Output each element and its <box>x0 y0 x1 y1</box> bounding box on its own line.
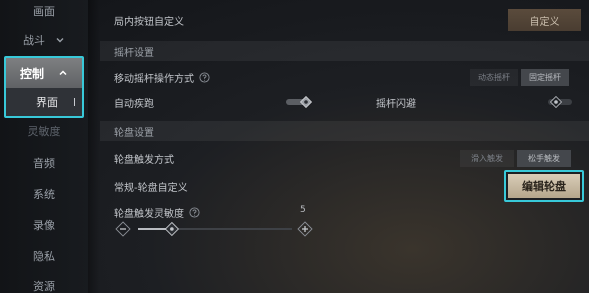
edit-wheel-button[interactable]: 编辑轮盘 <box>508 174 580 198</box>
slider-thumb[interactable] <box>164 221 180 237</box>
increase-button[interactable] <box>297 221 313 237</box>
auto-run-toggle[interactable] <box>286 96 314 108</box>
sidebar-item-label: 控制 <box>19 66 44 81</box>
setting-label: 移动摇杆操作方式 <box>114 73 194 85</box>
sidebar-item-display[interactable]: 画面 <box>0 0 88 24</box>
sidebar-item-label: 录像 <box>33 219 55 232</box>
customize-button[interactable]: 自定义 <box>508 9 581 31</box>
sidebar-item-label: 画面 <box>33 5 55 18</box>
sidebar-item-label: 系统 <box>33 188 55 201</box>
setting-label: 摇杆闪避 <box>376 98 416 110</box>
setting-label: 常规-轮盘自定义 <box>114 182 188 194</box>
option-slide-in-trigger[interactable]: 滑入触发 <box>460 150 514 167</box>
settings-sidebar: 画面 战斗 控制 界面 灵敏度 音频 系统 录像 隐私 资源 <box>0 0 88 293</box>
help-icon[interactable] <box>199 71 210 83</box>
settings-screen: 画面 战斗 控制 界面 灵敏度 音频 系统 录像 隐私 资源 局内按钮自定义 自… <box>0 0 589 293</box>
setting-label: 轮盘触发方式 <box>114 154 174 166</box>
sidebar-group-controls: 控制 界面 <box>4 56 84 118</box>
sidebar-shadow <box>88 0 100 293</box>
setting-label: 轮盘触发灵敏度 <box>114 208 184 220</box>
section-header-wheel: 轮盘设置 <box>100 121 589 141</box>
setting-row-auto-run: 自动疾跑 <box>100 89 589 115</box>
edit-wheel-button-label: 编辑轮盘 <box>522 180 566 193</box>
sidebar-item-audio[interactable]: 音频 <box>0 150 88 176</box>
section-title: 轮盘设置 <box>114 127 154 139</box>
section-title: 摇杆设置 <box>114 47 154 59</box>
decrease-button[interactable] <box>115 221 131 237</box>
wheel-trigger-selector: 滑入触发 松手触发 <box>460 150 571 167</box>
sidebar-item-label: 资源 <box>33 280 55 293</box>
settings-panel: 局内按钮自定义 自定义 摇杆设置 移动摇杆操作方式 动态摇杆 固定摇杆 自动疾跑 <box>100 0 589 293</box>
sidebar-item-sensitivity[interactable]: 灵敏度 <box>0 118 88 144</box>
sidebar-item-system[interactable]: 系统 <box>0 181 88 207</box>
option-dynamic-joystick[interactable]: 动态摇杆 <box>470 69 518 86</box>
sidebar-item-label: 灵敏度 <box>27 125 61 138</box>
chevron-down-icon <box>55 35 65 45</box>
sensitivity-value: 5 <box>300 205 306 215</box>
setting-row-joystick-dodge: 摇杆闪避 <box>376 89 496 115</box>
customize-button-label: 自定义 <box>529 16 560 28</box>
sidebar-item-privacy[interactable]: 隐私 <box>0 243 88 269</box>
sidebar-item-label: 界面 <box>36 96 58 109</box>
sidebar-item-resources[interactable]: 资源 <box>0 273 88 293</box>
sidebar-item-label: 战斗 <box>23 34 45 47</box>
section-header-joystick: 摇杆设置 <box>100 41 589 61</box>
help-icon[interactable] <box>189 206 200 218</box>
move-mode-selector: 动态摇杆 固定摇杆 <box>470 69 569 86</box>
option-fixed-joystick[interactable]: 固定摇杆 <box>521 69 569 86</box>
chevron-up-icon <box>58 68 68 78</box>
joystick-dodge-toggle[interactable] <box>548 96 576 108</box>
sidebar-subitem-interface[interactable]: 界面 <box>6 88 82 116</box>
sidebar-item-recording[interactable]: 录像 <box>0 212 88 238</box>
sidebar-item-combat[interactable]: 战斗 <box>0 27 88 53</box>
sidebar-item-label: 音频 <box>33 157 55 170</box>
sensitivity-slider[interactable] <box>114 221 314 237</box>
sidebar-item-label: 隐私 <box>33 250 55 263</box>
setting-label: 局内按钮自定义 <box>114 16 184 28</box>
option-release-trigger[interactable]: 松手触发 <box>517 150 571 167</box>
sidebar-item-controls[interactable]: 控制 <box>6 58 82 88</box>
edit-wheel-button-frame: 编辑轮盘 <box>504 170 584 202</box>
setting-label: 自动疾跑 <box>114 98 154 110</box>
